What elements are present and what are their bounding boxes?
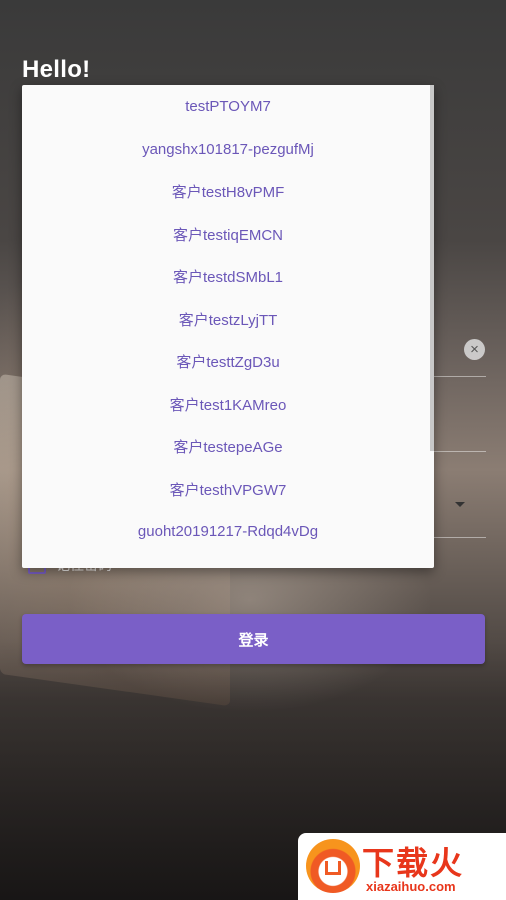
dropdown-item[interactable]: 客户testtZgD3u	[22, 340, 434, 382]
account-dropdown-list[interactable]: testPTOYM7 yangshx101817-pezgufMj 客户test…	[22, 85, 434, 568]
close-circle-icon[interactable]: ×	[464, 339, 485, 360]
account-select-underline	[434, 537, 486, 538]
dropdown-item[interactable]: 客户test1KAMreo	[22, 383, 434, 425]
dropdown-item[interactable]: 客户testH8vPMF	[22, 170, 434, 212]
watermark-url: xiazaihuo.com	[366, 879, 456, 894]
dropdown-item[interactable]: guoht20191217-Rdqd4vDg	[22, 510, 434, 552]
dropdown-item[interactable]: testPTOYM7	[22, 85, 434, 127]
watermark-title: 下载火	[362, 844, 465, 882]
username-underline	[434, 376, 486, 377]
chevron-down-icon[interactable]	[455, 502, 465, 507]
dropdown-item[interactable]: 客户testiqEMCN	[22, 213, 434, 255]
dropdown-item[interactable]: 客户testdSMbL1	[22, 255, 434, 297]
password-underline	[434, 451, 486, 452]
dropdown-scrollbar[interactable]	[430, 85, 434, 451]
greeting-title: Hello!	[22, 56, 91, 83]
fire-logo-icon	[306, 839, 360, 893]
login-button[interactable]: 登录	[22, 614, 485, 664]
dropdown-item[interactable]: yangshx101817-pezgufMj	[22, 128, 434, 170]
dropdown-item[interactable]: 客户testzLyjTT	[22, 298, 434, 340]
dropdown-item[interactable]: 客户testhVPGW7	[22, 468, 434, 510]
dropdown-item[interactable]: 客户testepeAGe	[22, 425, 434, 467]
download-tray-icon	[325, 861, 341, 875]
watermark: 下载火 xiazaihuo.com	[298, 833, 506, 900]
